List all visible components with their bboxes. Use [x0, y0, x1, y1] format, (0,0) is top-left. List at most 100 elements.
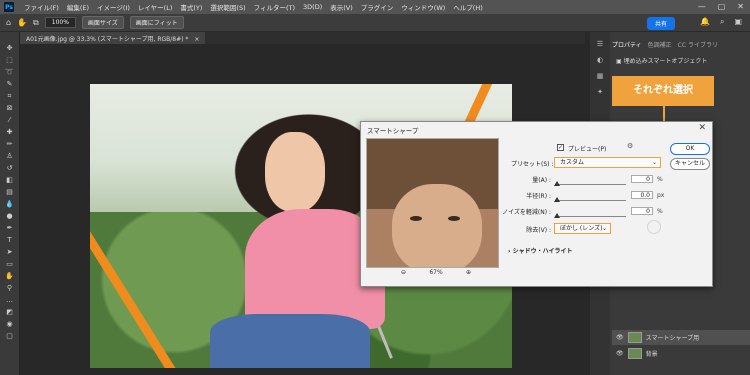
pen-tool-icon[interactable]: ✒ [4, 224, 16, 232]
move-tool-icon[interactable]: ✥ [4, 44, 16, 52]
preset-label: プリセット(S) : [511, 161, 554, 168]
minimize-icon[interactable]: — [698, 2, 706, 11]
more-tools-icon[interactable]: … [4, 296, 16, 304]
home-icon[interactable]: ⌂ [6, 18, 11, 27]
filter-preview-image[interactable] [366, 138, 499, 268]
stamp-tool-icon[interactable]: ♙ [4, 152, 16, 160]
zoom-percent: 67% [429, 269, 443, 276]
type-tool-icon[interactable]: T [4, 236, 16, 244]
document-tab[interactable]: A01元画像.jpg @ 33.3% (スマートシャープ用, RGB/8#) *… [20, 32, 206, 44]
eraser-tool-icon[interactable]: ◧ [4, 176, 16, 184]
amount-slider-track[interactable] [556, 184, 626, 185]
blur-tool-icon[interactable]: 💧 [4, 200, 16, 208]
menu-edit[interactable]: 編集(E) [63, 2, 93, 12]
crop-tool-icon[interactable]: ⌗ [4, 92, 16, 100]
zoom-tool-icon[interactable]: ⚲ [4, 284, 16, 292]
radius-label: 半径(R) : [526, 193, 551, 200]
girl-face [265, 132, 325, 212]
eye-icon[interactable]: 👁 [616, 334, 624, 341]
adjustments-panel-icon[interactable]: ◐ [597, 56, 603, 64]
chevron-right-icon: › [508, 248, 511, 255]
preview-eye [410, 216, 422, 221]
shape-tool-icon[interactable]: ▭ [4, 260, 16, 268]
tab-properties[interactable]: プロパティ [612, 40, 642, 50]
noise-label: ノイズを軽減(N) : [502, 209, 551, 216]
cancel-button[interactable]: キャンセル [670, 158, 710, 170]
menu-filter[interactable]: フィルター(T) [250, 2, 299, 12]
chevron-down-icon: ⌄ [651, 159, 657, 166]
eyedropper-tool-icon[interactable]: ⁄ [4, 116, 16, 124]
channels-panel-icon[interactable]: ▦ [597, 72, 604, 80]
fill-screen-button[interactable]: 画面にフィット [129, 16, 184, 29]
share-button[interactable]: 共有 [646, 17, 675, 30]
zoom-in-icon[interactable]: ⊕ [466, 269, 471, 276]
noise-unit: % [657, 208, 663, 215]
menu-layer[interactable]: レイヤー(L) [134, 2, 177, 12]
menu-view[interactable]: 表示(V) [326, 2, 357, 12]
remove-dropdown[interactable]: ぼかし (レンズ) ⌄ [554, 223, 611, 234]
menu-window[interactable]: ウィンドウ(W) [397, 2, 449, 12]
path-select-tool-icon[interactable]: ➤ [4, 248, 16, 256]
layer-row[interactable]: 👁 スマートシャープ用 [612, 330, 750, 345]
menu-select[interactable]: 選択範囲(S) [206, 2, 249, 12]
tab-adjustments[interactable]: 色調補正 [648, 40, 672, 50]
scroll-all-icon[interactable]: ⧉ [33, 18, 39, 28]
zoom-value-field[interactable]: 100% [44, 17, 76, 28]
maximize-icon[interactable]: ▢ [718, 2, 726, 11]
preview-checkbox[interactable]: ✓ [557, 144, 564, 151]
remove-label: 除去(V) : [526, 227, 551, 234]
amount-slider-knob[interactable] [554, 181, 560, 186]
frame-tool-icon[interactable]: ⊠ [4, 104, 16, 112]
close-icon[interactable]: ✕ [737, 2, 744, 11]
marquee-tool-icon[interactable]: ⬚ [4, 56, 16, 64]
dialog-close-icon[interactable]: ✕ [698, 123, 706, 133]
hand-tool-side-icon[interactable]: ✋ [4, 272, 16, 280]
gradient-tool-icon[interactable]: ▤ [4, 188, 16, 196]
amount-field[interactable]: 0 [631, 175, 653, 183]
menu-file[interactable]: ファイル(F) [20, 2, 63, 12]
noise-field[interactable]: 0 [631, 207, 653, 215]
menu-plugins[interactable]: プラグイン [357, 2, 398, 12]
girl-jeans [210, 314, 370, 368]
amount-unit: % [657, 176, 663, 183]
tab-cc-libraries[interactable]: CC ライブラリ [678, 40, 718, 50]
history-brush-icon[interactable]: ↺ [4, 164, 16, 172]
gear-icon[interactable]: ⚙ [627, 142, 633, 150]
bell-icon[interactable]: 🔔 [700, 17, 710, 27]
radius-field[interactable]: 0.0 [631, 191, 653, 199]
healing-tool-icon[interactable]: ✚ [4, 128, 16, 136]
noise-slider-track[interactable] [556, 216, 626, 217]
screen-mode-icon[interactable]: ▢ [4, 332, 16, 340]
lasso-tool-icon[interactable]: ➰ [4, 68, 16, 76]
color-swatches-icon[interactable]: ◩ [4, 308, 16, 316]
menu-image[interactable]: イメージ(I) [93, 2, 134, 12]
zoom-out-icon[interactable]: ⊖ [401, 269, 406, 276]
menu-help[interactable]: ヘルプ(H) [449, 2, 486, 12]
menu-3d[interactable]: 3D(D) [299, 3, 326, 11]
preset-dropdown[interactable]: カスタム ⌄ [554, 157, 661, 168]
fit-screen-button[interactable]: 画面サイズ [81, 16, 124, 29]
smart-object-icon: ▣ [616, 58, 622, 65]
hand-tool-icon[interactable]: ✋ [17, 18, 27, 27]
tab-close-icon[interactable]: × [194, 36, 199, 43]
shadow-highlight-section[interactable]: › シャドウ・ハイライト [508, 246, 572, 255]
layer-row[interactable]: 👁 背景 [612, 346, 750, 361]
brush-tool-icon[interactable]: ✏ [4, 140, 16, 148]
quick-mask-icon[interactable]: ◉ [4, 320, 16, 328]
radius-slider-knob[interactable] [554, 197, 560, 202]
tools-panel: ✥ ⬚ ➰ ✎ ⌗ ⊠ ⁄ ✚ ✏ ♙ ↺ ◧ ▤ 💧 ● ✒ T ➤ ▭ ✋ … [0, 32, 20, 375]
quick-select-tool-icon[interactable]: ✎ [4, 80, 16, 88]
dodge-tool-icon[interactable]: ● [4, 212, 16, 220]
ok-button[interactable]: OK [670, 143, 710, 155]
dialog-rotate-icon[interactable] [647, 220, 661, 234]
workspace-icon[interactable]: ▣ [734, 17, 742, 27]
paths-panel-icon[interactable]: ✦ [597, 88, 603, 96]
menu-type[interactable]: 書式(Y) [176, 2, 206, 12]
radius-slider-track[interactable] [556, 200, 626, 201]
radius-unit: px [657, 192, 665, 199]
history-panel-icon[interactable]: ☰ [597, 40, 603, 48]
noise-slider-knob[interactable] [554, 213, 560, 218]
search-icon[interactable]: ⌕ [720, 17, 724, 27]
eye-icon[interactable]: 👁 [616, 350, 624, 357]
window-controls: — ▢ ✕ [698, 2, 744, 11]
